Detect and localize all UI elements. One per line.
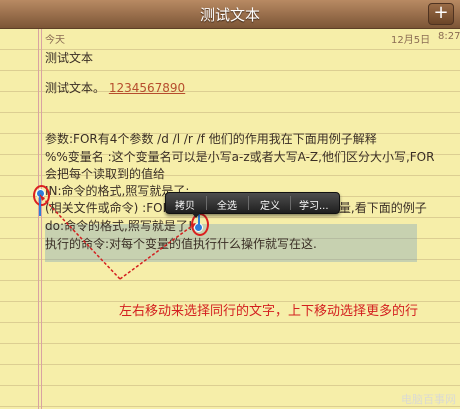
arrow-head-left-icon (40, 195, 45, 201)
menu-separator (290, 196, 291, 210)
arrow-head-right-icon (191, 223, 196, 228)
menu-separator (248, 196, 249, 210)
watermark: 电脑百事网 (401, 393, 456, 406)
add-note-button[interactable]: + (428, 3, 454, 25)
menu-copy-button[interactable]: 拷贝 (175, 197, 195, 212)
menu-define-button[interactable]: 定义 (260, 197, 280, 212)
menu-separator (206, 196, 207, 210)
edit-context-menu: 拷贝 全选 定义 学习... (165, 192, 340, 214)
annotation-text: 左右移动来选择同行的文字，上下移动选择更多的行 (119, 304, 419, 319)
menu-select-all-button[interactable]: 全选 (217, 197, 237, 212)
note-title: 测试文本 (199, 6, 260, 24)
menu-pointer-icon (191, 212, 201, 218)
annotation-arrows (39, 194, 197, 280)
annotation-arrow-right (119, 222, 197, 280)
menu-learn-button[interactable]: 学习... (299, 197, 329, 212)
annotation-arrow-left (39, 194, 121, 280)
note-paper: 今天 12月5日 8:27 测试文本 测试文本。 1234567890 参数:F… (0, 29, 460, 409)
title-bar: 测试文本 + (0, 0, 460, 29)
